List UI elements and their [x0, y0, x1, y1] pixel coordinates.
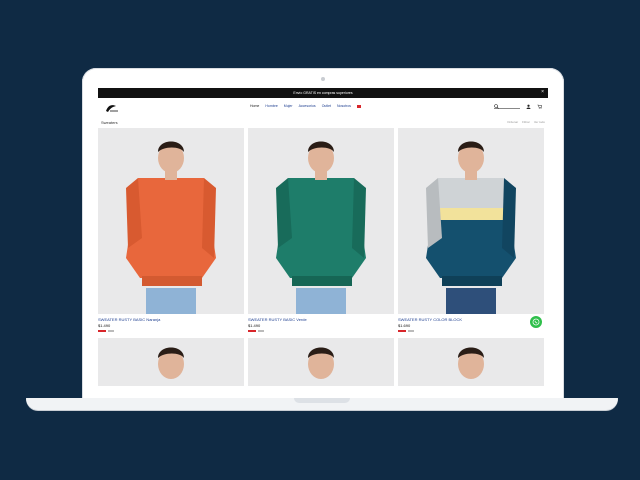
search-input[interactable] [494, 104, 520, 109]
announcement-bar: Envío GRATIS en compras superiores × [98, 88, 548, 98]
nav-item-nosotros[interactable]: Nosotros [337, 104, 351, 108]
laptop-base [26, 398, 618, 410]
product-image[interactable] [248, 128, 394, 314]
product-name[interactable]: SWEATER RUSTY BASIC Naranja [98, 317, 244, 322]
nav-item-hombre[interactable]: Hombre [265, 104, 277, 108]
browser-screen: Envío GRATIS en compras superiores × Hom… [98, 88, 548, 406]
announcement-text: Envío GRATIS en compras superiores [293, 91, 353, 95]
product-image[interactable] [98, 338, 244, 386]
filter-button[interactable]: Filtrar [522, 120, 530, 124]
sort-button[interactable]: Ordenar [507, 120, 518, 124]
laptop-lid: Envío GRATIS en compras superiores × Hom… [82, 68, 564, 406]
sort-controls: Ordenar Filtrar Ver todo [507, 120, 545, 124]
nav-item-accesorios[interactable]: Accesorios [299, 104, 316, 108]
product-card[interactable] [98, 338, 244, 386]
product-card[interactable] [398, 338, 544, 386]
product-image[interactable] [398, 128, 544, 314]
color-swatches [248, 330, 394, 332]
breadcrumb: Sweaters [101, 119, 118, 125]
product-card[interactable] [248, 338, 394, 386]
nav-item-outlet[interactable]: Outlet [322, 104, 331, 108]
camera-dot [321, 77, 325, 81]
whatsapp-icon[interactable] [530, 316, 542, 328]
product-name[interactable]: SWEATER RUSTY COLOR BLOCK [398, 317, 544, 322]
user-icon[interactable] [526, 104, 531, 109]
header-actions [494, 104, 542, 109]
size-tag [258, 330, 264, 332]
sale-tag [98, 330, 106, 332]
size-tag [408, 330, 414, 332]
product-image[interactable] [248, 338, 394, 386]
nav-item-home[interactable]: Home [250, 104, 259, 108]
main-nav: Home Hombre Mujer Accesorios Outlet Noso… [250, 104, 362, 108]
product-card[interactable]: SWEATER RUSTY BASIC Verde $1.490 [248, 128, 394, 332]
sale-tag [248, 330, 256, 332]
sale-tag [398, 330, 406, 332]
product-image[interactable] [398, 338, 544, 386]
product-price: $1.490 [98, 323, 111, 328]
view-all-button[interactable]: Ver todo [534, 120, 545, 124]
color-swatches [398, 330, 544, 332]
close-icon[interactable]: × [541, 89, 544, 95]
product-image[interactable] [98, 128, 244, 314]
product-name[interactable]: SWEATER RUSTY BASIC Verde [248, 317, 394, 322]
logo-icon[interactable] [104, 101, 120, 113]
search-icon [494, 104, 499, 109]
product-price: $1.690 [398, 323, 411, 328]
product-card[interactable]: SWEATER RUSTY COLOR BLOCK $1.690 [398, 128, 544, 332]
listing-toolbar: Sweaters Ordenar Filtrar Ver todo [98, 116, 548, 128]
product-price: $1.490 [248, 323, 261, 328]
cart-icon[interactable] [537, 104, 542, 109]
laptop-notch [294, 398, 350, 403]
nav-item-mujer[interactable]: Mujer [284, 104, 293, 108]
site-header: Home Hombre Mujer Accesorios Outlet Noso… [98, 98, 548, 116]
size-tag [108, 330, 114, 332]
color-swatches [98, 330, 244, 332]
flag-icon[interactable] [357, 105, 362, 108]
product-card[interactable]: SWEATER RUSTY BASIC Naranja $1.490 [98, 128, 244, 332]
